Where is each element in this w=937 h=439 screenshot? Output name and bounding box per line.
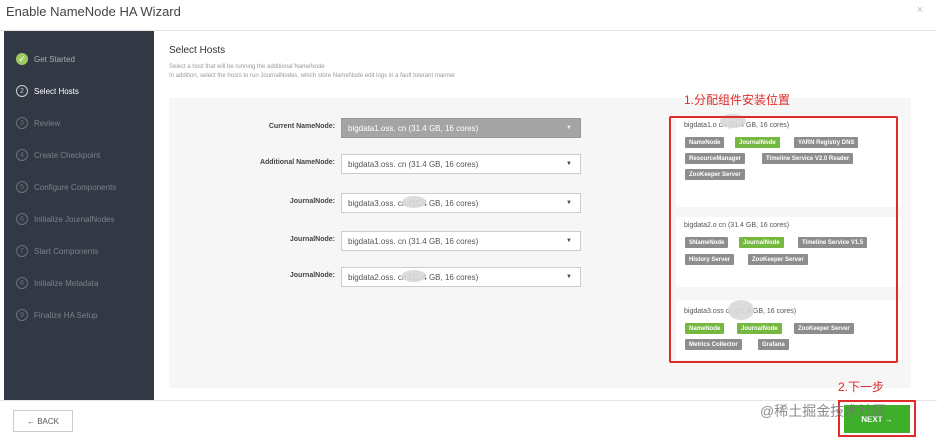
watermark: @稀土掘金技术社区 [760,403,887,419]
close-icon[interactable]: × [917,4,923,16]
journalnode-select-2[interactable]: bigdata1.oss. cn (31.4 GB, 16 cores) ▼ [341,231,581,251]
caret-down-icon: ▼ [566,125,572,131]
description-line: In addition, select the hosts to run Jou… [169,73,456,79]
step-number: 3 [16,117,28,129]
step-get-started[interactable]: ✓ Get Started [16,51,75,67]
journalnode-select-1[interactable]: bigdata3.oss. cn (31.4 GB, 16 cores) ▼ [341,193,581,213]
select-value: bigdata3.oss. cn (31.4 GB, 16 cores) [348,159,479,169]
step-select-hosts[interactable]: 2 Select Hosts [16,83,79,99]
redaction-blur [402,196,426,208]
description-line: Select a host that will be running the a… [169,64,325,70]
additional-namenode-select[interactable]: bigdata3.oss. cn (31.4 GB, 16 cores) ▼ [341,154,581,174]
step-initialize-metadata: 8 Initialize Metadata [16,275,98,291]
step-review: 3 Review [16,115,60,131]
wizard-steps-sidebar: ✓ Get Started 2 Select Hosts 3 Review 4 … [4,31,154,401]
annotation-highlight-box [669,116,898,363]
step-label: Get Started [34,54,75,64]
annotation-next-step: 2.下一步 [838,380,885,394]
step-number: 8 [16,277,28,289]
caret-down-icon: ▼ [566,274,572,280]
step-label: Start Components [34,246,99,256]
step-label: Select Hosts [34,86,79,96]
step-start-components: 7 Start Components [16,243,98,259]
step-number: 2 [16,85,28,97]
journalnode-label: JournalNode: [289,236,335,243]
modal-title: Enable NameNode HA Wizard [6,4,181,19]
step-label: Initialize JournalNodes [34,214,115,224]
journalnode-select-3[interactable]: bigdata2.oss. cn (31.4 GB, 16 cores) ▼ [341,267,581,287]
step-initialize-journalnodes: 6 Initialize JournalNodes [16,211,115,227]
caret-down-icon: ▼ [566,238,572,244]
step-number: 6 [16,213,28,225]
annotation-assign-components: 1.分配组件安装位置 [684,93,791,107]
step-number: 7 [16,245,28,257]
step-label: Initialize Metadata [34,278,99,288]
redaction-blur [402,270,426,282]
journalnode-label: JournalNode: [289,198,335,205]
check-icon: ✓ [16,53,28,65]
journalnode-label: JournalNode: [289,272,335,279]
step-finalize-ha-setup: 9 Finalize HA Setup [16,307,98,323]
step-label: Review [34,118,61,128]
step-number: 4 [16,149,28,161]
step-label: Finalize HA Setup [34,310,98,320]
caret-down-icon: ▼ [566,200,572,206]
section-title: Select Hosts [169,45,226,56]
select-value: bigdata1.oss. cn (31.4 GB, 16 cores) [348,236,479,246]
caret-down-icon: ▼ [566,161,572,167]
back-button[interactable]: ← BACK [13,410,73,432]
step-configure-components: 5 Configure Components [16,179,116,195]
current-namenode-label: Current NameNode: [268,123,335,130]
step-number: 9 [16,309,28,321]
section-description: Select a host that will be running the a… [169,63,669,81]
additional-namenode-label: Additional NameNode: [259,159,335,166]
current-namenode-select: bigdata1.oss. cn (31.4 GB, 16 cores) ▼ [341,118,581,138]
step-label: Create Checkpoint [34,150,101,160]
step-create-checkpoint: 4 Create Checkpoint [16,147,100,163]
step-label: Configure Components [34,182,117,192]
select-value: bigdata1.oss. cn (31.4 GB, 16 cores) [348,123,479,133]
step-number: 5 [16,181,28,193]
